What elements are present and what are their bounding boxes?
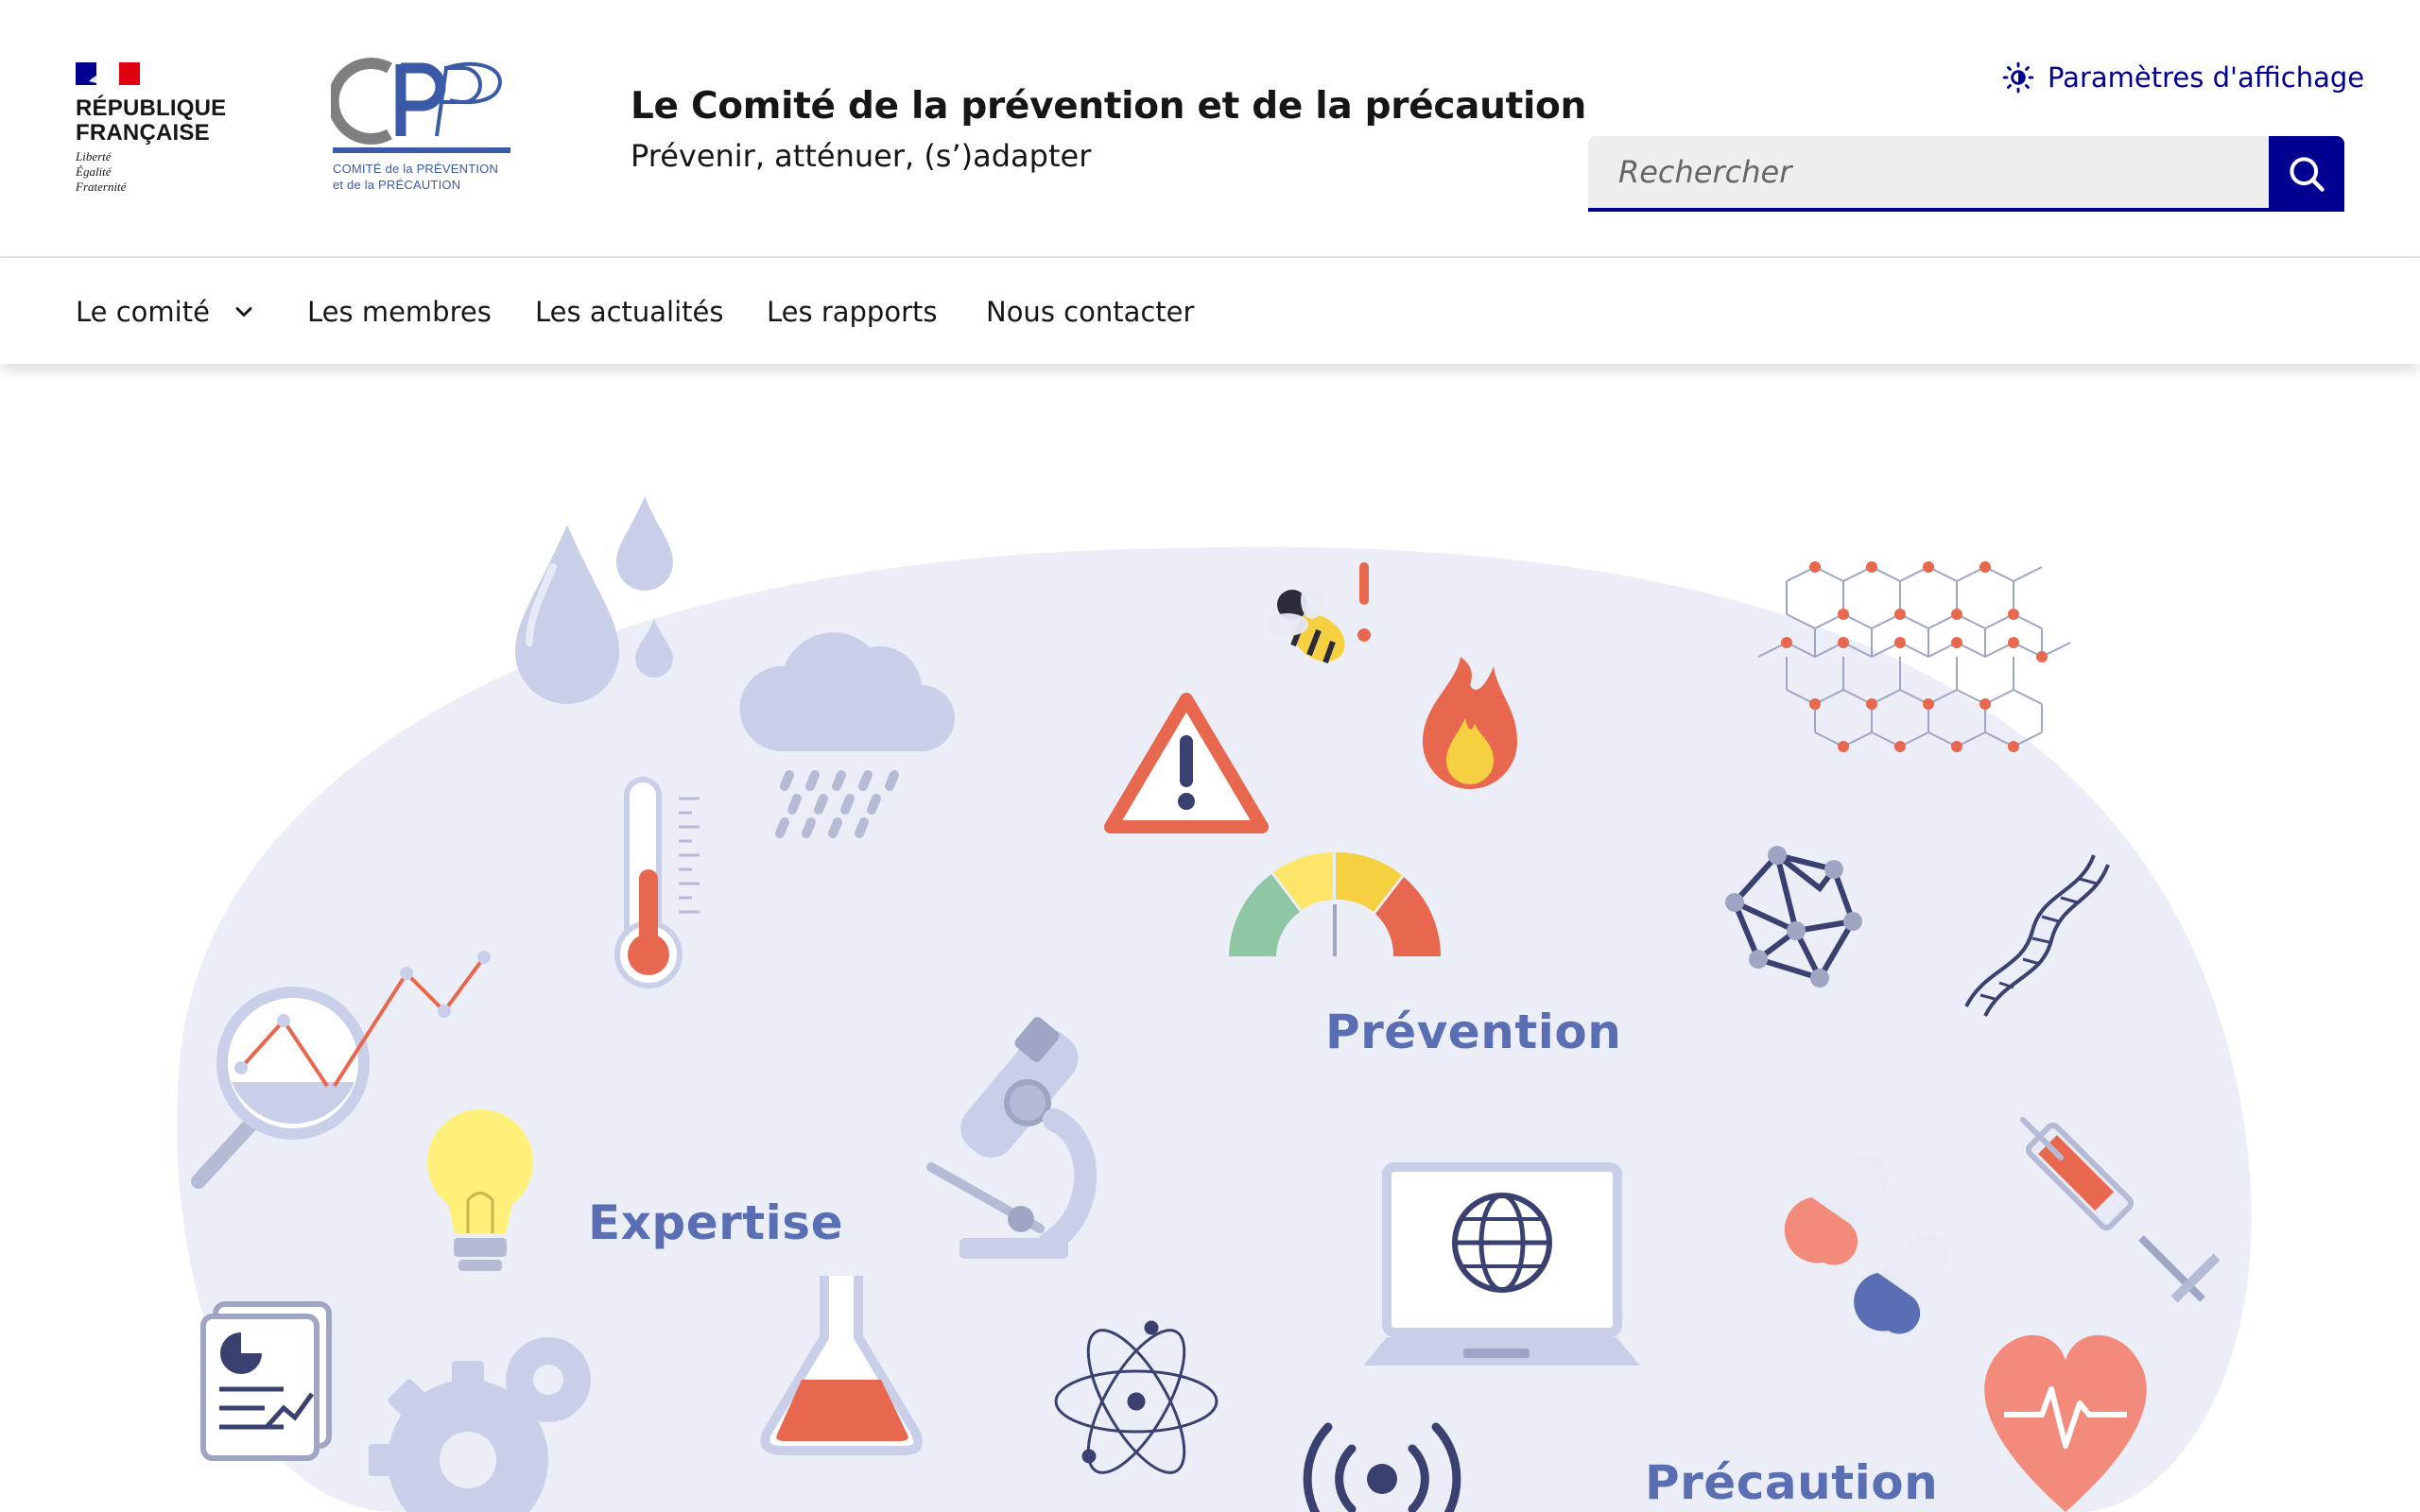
nav-item-label: Les membres [307, 296, 492, 328]
display-settings-label: Paramètres d'affichage [2048, 61, 2365, 94]
nav-item-le-comite[interactable]: Le comité [76, 260, 257, 364]
nav-item-label: Nous contacter [986, 296, 1195, 328]
cpp-sub-line1: COMITÉ de la PRÉVENTION [333, 162, 499, 176]
search-icon [2290, 157, 2325, 192]
label-precaution: Précaution [1645, 1455, 1939, 1510]
hero-illustration-art [177, 496, 2252, 1512]
nav-item-les-actualites[interactable]: Les actualités [535, 260, 724, 364]
republique-line1: RÉPUBLIQUE [76, 95, 227, 121]
display-settings-button[interactable]: Paramètres d'affichage [2002, 57, 2364, 98]
background-blob [177, 546, 2252, 1512]
search-button[interactable] [2269, 136, 2344, 212]
nav-item-les-membres[interactable]: Les membres [307, 260, 492, 364]
cpp-sub-line2: et de la PRÉCAUTION [333, 178, 461, 192]
motto-liberte: Liberté [76, 149, 112, 163]
cpp-logo[interactable]: COMITÉ de la PRÉVENTION et de la PRÉCAUT… [327, 55, 515, 197]
nav-item-label: Le comité [76, 296, 210, 328]
label-expertise: Expertise [588, 1195, 843, 1250]
nav-item-les-rapports[interactable]: Les rapports [767, 260, 937, 364]
search-bar [1588, 136, 2344, 212]
republic-motto: Liberté Égalité Fraternité [76, 149, 126, 195]
cpp-logo-subtitle: COMITÉ de la PRÉVENTION et de la PRÉCAUT… [333, 161, 498, 193]
hero-illustration: Prévention Expertise Précaution [0, 364, 2420, 1512]
cpp-logo-mark-icon [327, 58, 510, 153]
marianne-flag-icon [76, 62, 140, 85]
chevron-down-icon [235, 307, 252, 317]
site-header: RÉPUBLIQUE FRANÇAISE Liberté Égalité Fra… [0, 0, 2420, 258]
republique-name: RÉPUBLIQUE FRANÇAISE [76, 96, 226, 146]
main-navigation: Le comité Les membres Les actualités Les… [0, 260, 2420, 364]
republique-line2: FRANÇAISE [76, 120, 210, 146]
laptop-globe-icon [1363, 1162, 1640, 1366]
nav-item-label: Les actualités [535, 296, 724, 328]
site-tagline: Prévenir, atténuer, (s’)adapter [631, 138, 1092, 174]
nav-item-label: Les rapports [767, 296, 938, 328]
sun-icon [2002, 61, 2034, 94]
site-title[interactable]: Le Comité de la prévention et de la préc… [631, 85, 1586, 128]
report-icon [200, 1301, 332, 1461]
search-input[interactable] [1588, 136, 2269, 212]
label-prevention: Prévention [1325, 1005, 1622, 1059]
republique-francaise-logo[interactable]: RÉPUBLIQUE FRANÇAISE Liberté Égalité Fra… [76, 62, 236, 204]
motto-fraternite: Fraternité [76, 180, 127, 194]
motto-egalite: Égalité [76, 164, 112, 179]
nav-item-nous-contacter[interactable]: Nous contacter [986, 260, 1194, 364]
water-drops-icon [515, 496, 673, 704]
